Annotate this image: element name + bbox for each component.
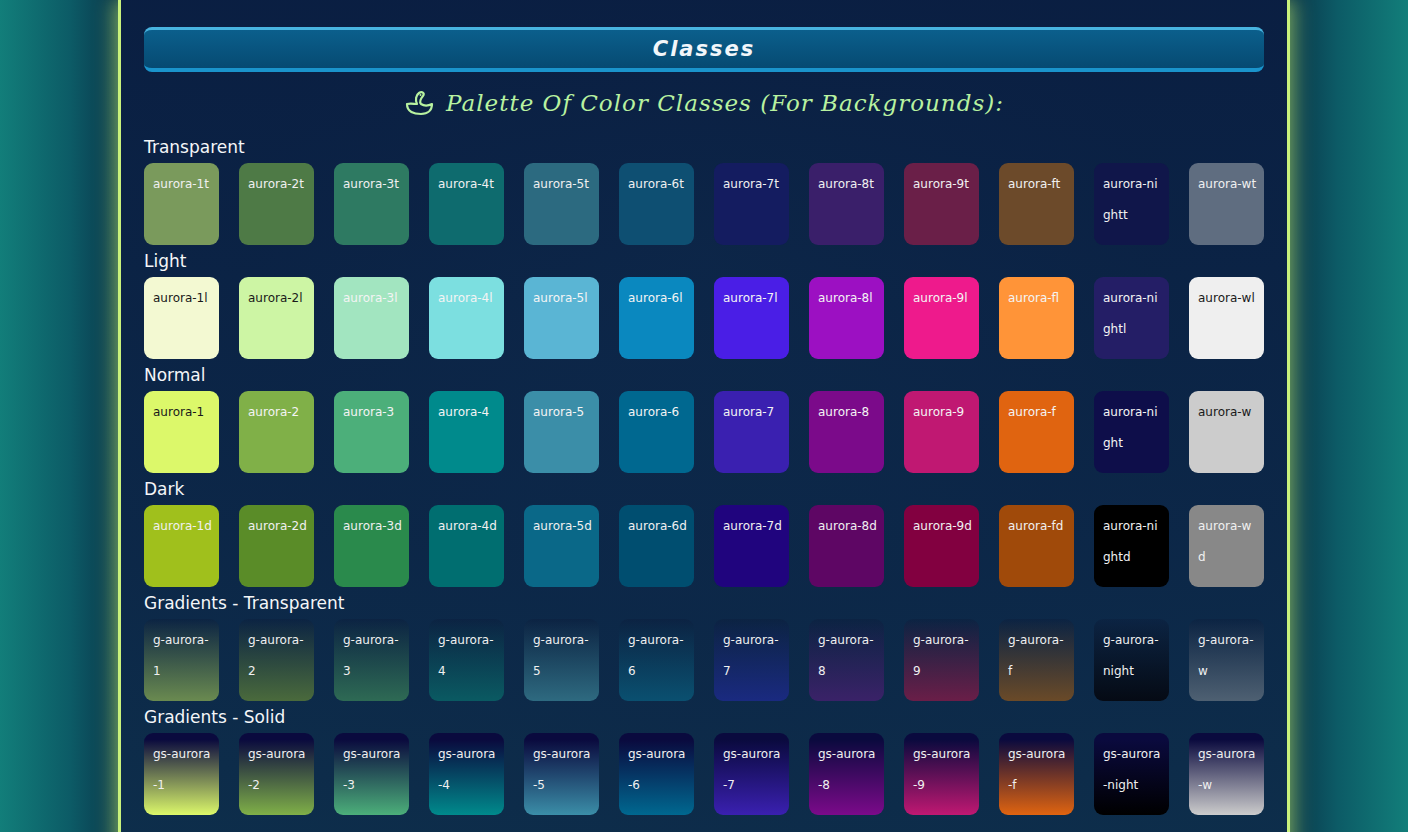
- color-swatch: aurora-nightt: [1094, 163, 1169, 245]
- swatch-row: aurora-1l aurora-2l aurora-3l aurora-4l auro…: [144, 277, 1264, 359]
- color-swatch: aurora-4l: [429, 277, 504, 359]
- color-swatch: aurora-8l: [809, 277, 884, 359]
- color-swatch: gs-aurora-2: [239, 733, 314, 815]
- color-swatch: aurora-fl: [999, 277, 1074, 359]
- color-swatch: aurora-wl: [1189, 277, 1264, 359]
- color-swatch: aurora-3l: [334, 277, 409, 359]
- section-label: Light: [144, 251, 1264, 271]
- color-swatch: aurora-7l: [714, 277, 789, 359]
- color-swatch: aurora-5l: [524, 277, 599, 359]
- color-swatch: gs-aurora-8: [809, 733, 884, 815]
- palette-section: Transparentaurora-1taurora-2taurora-3tau…: [144, 137, 1264, 245]
- swan-icon: [404, 90, 434, 116]
- color-swatch: aurora-ft: [999, 163, 1074, 245]
- color-swatch: g-aurora-night: [1094, 619, 1169, 701]
- color-swatch: aurora-6d: [619, 505, 694, 587]
- color-swatch: aurora-2d: [239, 505, 314, 587]
- color-swatch: gs-aurora-w: [1189, 733, 1264, 815]
- color-swatch: gs-aurora-5: [524, 733, 599, 815]
- header-bar: Classes: [144, 27, 1264, 72]
- color-swatch: gs-aurora-3: [334, 733, 409, 815]
- color-swatch: aurora-9: [904, 391, 979, 473]
- color-swatch: aurora-night: [1094, 391, 1169, 473]
- swatch-row: aurora-1t aurora-2t aurora-3t aurora-4t auro…: [144, 163, 1264, 245]
- color-swatch: gs-aurora-f: [999, 733, 1074, 815]
- color-swatch: g-aurora-3: [334, 619, 409, 701]
- header-title: Classes: [653, 37, 756, 61]
- color-swatch: aurora-6l: [619, 277, 694, 359]
- color-swatch: g-aurora-1: [144, 619, 219, 701]
- color-swatch: g-aurora-6: [619, 619, 694, 701]
- color-swatch: aurora-2l: [239, 277, 314, 359]
- color-swatch: aurora-1d: [144, 505, 219, 587]
- palette-section: Gradients - Solidgs-aurora-1gs-aurora-2g…: [144, 707, 1264, 815]
- swatch-row: aurora-1 aurora-2 aurora-3 aurora-4 aurora-5…: [144, 391, 1264, 473]
- color-swatch: aurora-wd: [1189, 505, 1264, 587]
- color-swatch: aurora-7d: [714, 505, 789, 587]
- color-swatch: aurora-4t: [429, 163, 504, 245]
- swatch-row: aurora-1d aurora-2d aurora-3d aurora-4d auro…: [144, 505, 1264, 587]
- color-swatch: aurora-9d: [904, 505, 979, 587]
- color-swatch: aurora-4: [429, 391, 504, 473]
- color-swatch: gs-aurora-night: [1094, 733, 1169, 815]
- section-label: Gradients - Solid: [144, 707, 1264, 727]
- color-swatch: g-aurora-5: [524, 619, 599, 701]
- color-swatch: gs-aurora-9: [904, 733, 979, 815]
- color-swatch: aurora-w: [1189, 391, 1264, 473]
- color-swatch: aurora-9l: [904, 277, 979, 359]
- palette-section: Gradients - Transparentg-aurora-1g-auror…: [144, 593, 1264, 701]
- color-swatch: gs-aurora-1: [144, 733, 219, 815]
- color-swatch: aurora-5d: [524, 505, 599, 587]
- color-swatch: aurora-f: [999, 391, 1074, 473]
- section-label: Gradients - Transparent: [144, 593, 1264, 613]
- color-swatch: aurora-3d: [334, 505, 409, 587]
- color-swatch: gs-aurora-4: [429, 733, 504, 815]
- color-swatch: aurora-fd: [999, 505, 1074, 587]
- color-swatch: aurora-8t: [809, 163, 884, 245]
- color-swatch: aurora-1: [144, 391, 219, 473]
- color-swatch: aurora-8d: [809, 505, 884, 587]
- section-label: Normal: [144, 365, 1264, 385]
- color-swatch: aurora-6t: [619, 163, 694, 245]
- color-swatch: aurora-8: [809, 391, 884, 473]
- palette-section: Light aurora-1l aurora-2l aurora-3l aurora-4…: [144, 251, 1264, 359]
- classes-panel: Classes Palette Of Color Classes (For Bac…: [118, 0, 1290, 832]
- swatch-row: g-aurora-1 g-aurora-2 g-aurora-3 g-aurora-4…: [144, 619, 1264, 701]
- color-swatch: g-aurora-8: [809, 619, 884, 701]
- color-swatch: aurora-nightd: [1094, 505, 1169, 587]
- color-swatch: g-aurora-2: [239, 619, 314, 701]
- color-swatch: aurora-2: [239, 391, 314, 473]
- color-swatch: aurora-3: [334, 391, 409, 473]
- color-swatch: g-aurora-9: [904, 619, 979, 701]
- color-swatch: g-aurora-f: [999, 619, 1074, 701]
- section-label: Transparent: [144, 137, 1264, 157]
- swatch-row: gs-aurora-1 gs-aurora-2 gs-aurora-3 gs-auro…: [144, 733, 1264, 815]
- color-swatch: gs-aurora-6: [619, 733, 694, 815]
- color-swatch: aurora-7t: [714, 163, 789, 245]
- color-swatch: aurora-7: [714, 391, 789, 473]
- page: Classes Palette Of Color Classes (For Bac…: [0, 0, 1408, 832]
- color-swatch: g-aurora-w: [1189, 619, 1264, 701]
- color-swatch: gs-aurora-7: [714, 733, 789, 815]
- color-swatch: aurora-3t: [334, 163, 409, 245]
- color-swatch: aurora-9t: [904, 163, 979, 245]
- palette-section: Normalaurora-1aurora-2aurora-3aurora-4au…: [144, 365, 1264, 473]
- color-swatch: aurora-1t: [144, 163, 219, 245]
- palette-title: Palette Of Color Classes (For Background…: [144, 84, 1264, 122]
- palette-title-text: Palette Of Color Classes (For Background…: [446, 90, 1004, 116]
- palette-section: Dark aurora-1d aurora-2d aurora-3d aurora-4d…: [144, 479, 1264, 587]
- color-swatch: aurora-1l: [144, 277, 219, 359]
- color-swatch: g-aurora-4: [429, 619, 504, 701]
- color-swatch: aurora-6: [619, 391, 694, 473]
- color-swatch: aurora-5: [524, 391, 599, 473]
- section-label: Dark: [144, 479, 1264, 499]
- color-swatch: aurora-5t: [524, 163, 599, 245]
- color-swatch: g-aurora-7: [714, 619, 789, 701]
- color-swatch: aurora-4d: [429, 505, 504, 587]
- color-swatch: aurora-nightl: [1094, 277, 1169, 359]
- color-swatch: aurora-2t: [239, 163, 314, 245]
- color-swatch: aurora-wt: [1189, 163, 1264, 245]
